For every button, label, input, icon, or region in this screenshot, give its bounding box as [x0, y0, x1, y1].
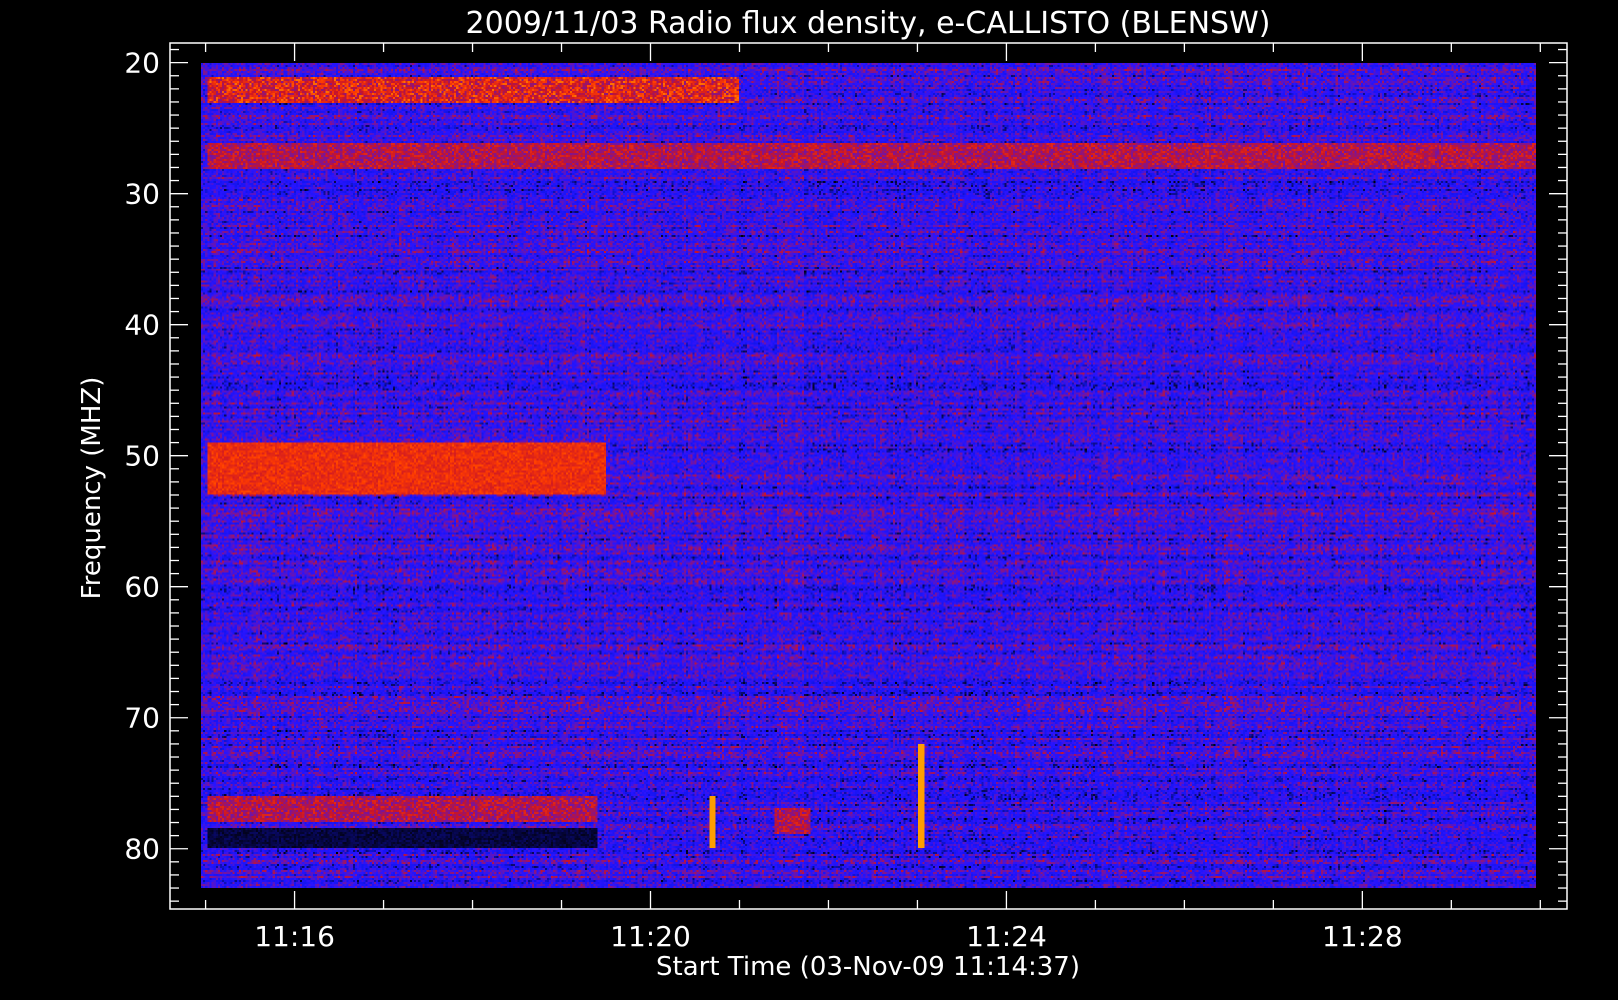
x-tick-label: 11:20: [610, 920, 691, 953]
y-tick-label: 70: [124, 702, 160, 735]
y-tick-label: 80: [124, 833, 160, 866]
x-axis-label: Start Time (03-Nov-09 11:14:37): [656, 952, 1080, 982]
y-tick-label: 50: [124, 440, 160, 473]
y-tick-label: 20: [124, 47, 160, 80]
y-tick-label: 30: [124, 178, 160, 211]
x-tick-label: 11:24: [966, 920, 1047, 953]
y-tick-label: 60: [124, 571, 160, 604]
x-tick-label: 11:16: [254, 920, 335, 953]
plot-frame: [169, 42, 1568, 910]
chart-title: 2009/11/03 Radio flux density, e-CALLIST…: [466, 6, 1271, 41]
y-axis: 20 30 40 50 60 70 80: [124, 47, 1567, 902]
chart-figure: 2009/11/03 Radio flux density, e-CALLIST…: [77, 6, 1568, 982]
x-tick-label: 11:28: [1322, 920, 1403, 953]
x-axis: 11:16 11:20 11:24 11:28: [204, 43, 1541, 953]
y-axis-label: Frequency (MHZ): [77, 377, 107, 600]
y-tick-label: 40: [124, 309, 160, 342]
